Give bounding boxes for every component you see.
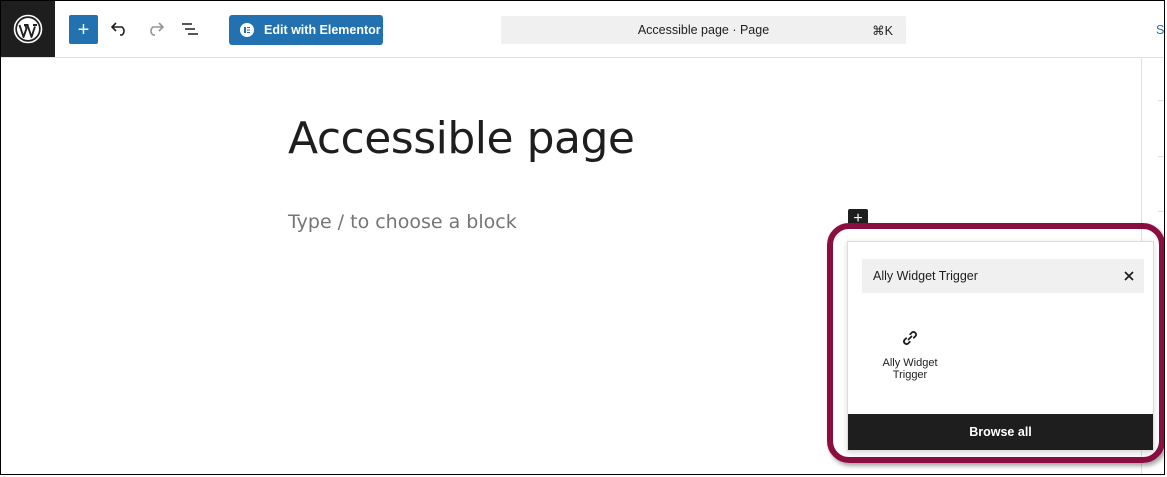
quick-inserter-popover: Ally Widget Trigger Browse all <box>847 241 1154 451</box>
block-result-label: Ally Widget Trigger <box>882 357 938 381</box>
browse-all-label: Browse all <box>969 425 1032 439</box>
plus-icon: + <box>77 18 90 41</box>
close-icon[interactable] <box>1122 269 1136 283</box>
edit-with-elementor-label: Edit with Elementor <box>264 23 381 37</box>
edit-with-elementor-button[interactable]: Edit with Elementor <box>229 15 383 45</box>
undo-icon[interactable] <box>109 18 131 40</box>
save-button[interactable]: Sa <box>1156 23 1164 37</box>
editor-header: + Edit with Elementor Accessible page · … <box>1 1 1164 58</box>
block-search-input[interactable] <box>862 259 1144 293</box>
list-view-icon[interactable] <box>179 18 201 40</box>
page-title[interactable]: Accessible page <box>288 113 635 164</box>
link-icon <box>903 331 917 345</box>
default-block-placeholder[interactable]: Type / to choose a block <box>288 211 517 233</box>
block-result-ally-widget-trigger[interactable]: Ally Widget Trigger <box>874 324 946 396</box>
redo-icon[interactable] <box>144 18 166 40</box>
command-palette-bar[interactable]: Accessible page · Page ⌘K <box>501 16 906 44</box>
sidebar-divider-line <box>1158 211 1164 212</box>
sidebar-divider-line <box>1158 156 1164 157</box>
wordpress-logo-icon[interactable] <box>1 1 55 57</box>
elementor-logo-icon <box>240 23 254 37</box>
command-shortcut: ⌘K <box>872 24 893 38</box>
editor-window: + Edit with Elementor Accessible page · … <box>0 0 1165 475</box>
sidebar-divider-line <box>1158 100 1164 101</box>
document-title: Accessible page · Page <box>637 23 770 37</box>
browse-all-button[interactable]: Browse all <box>848 414 1153 450</box>
add-block-button[interactable]: + <box>69 15 98 44</box>
